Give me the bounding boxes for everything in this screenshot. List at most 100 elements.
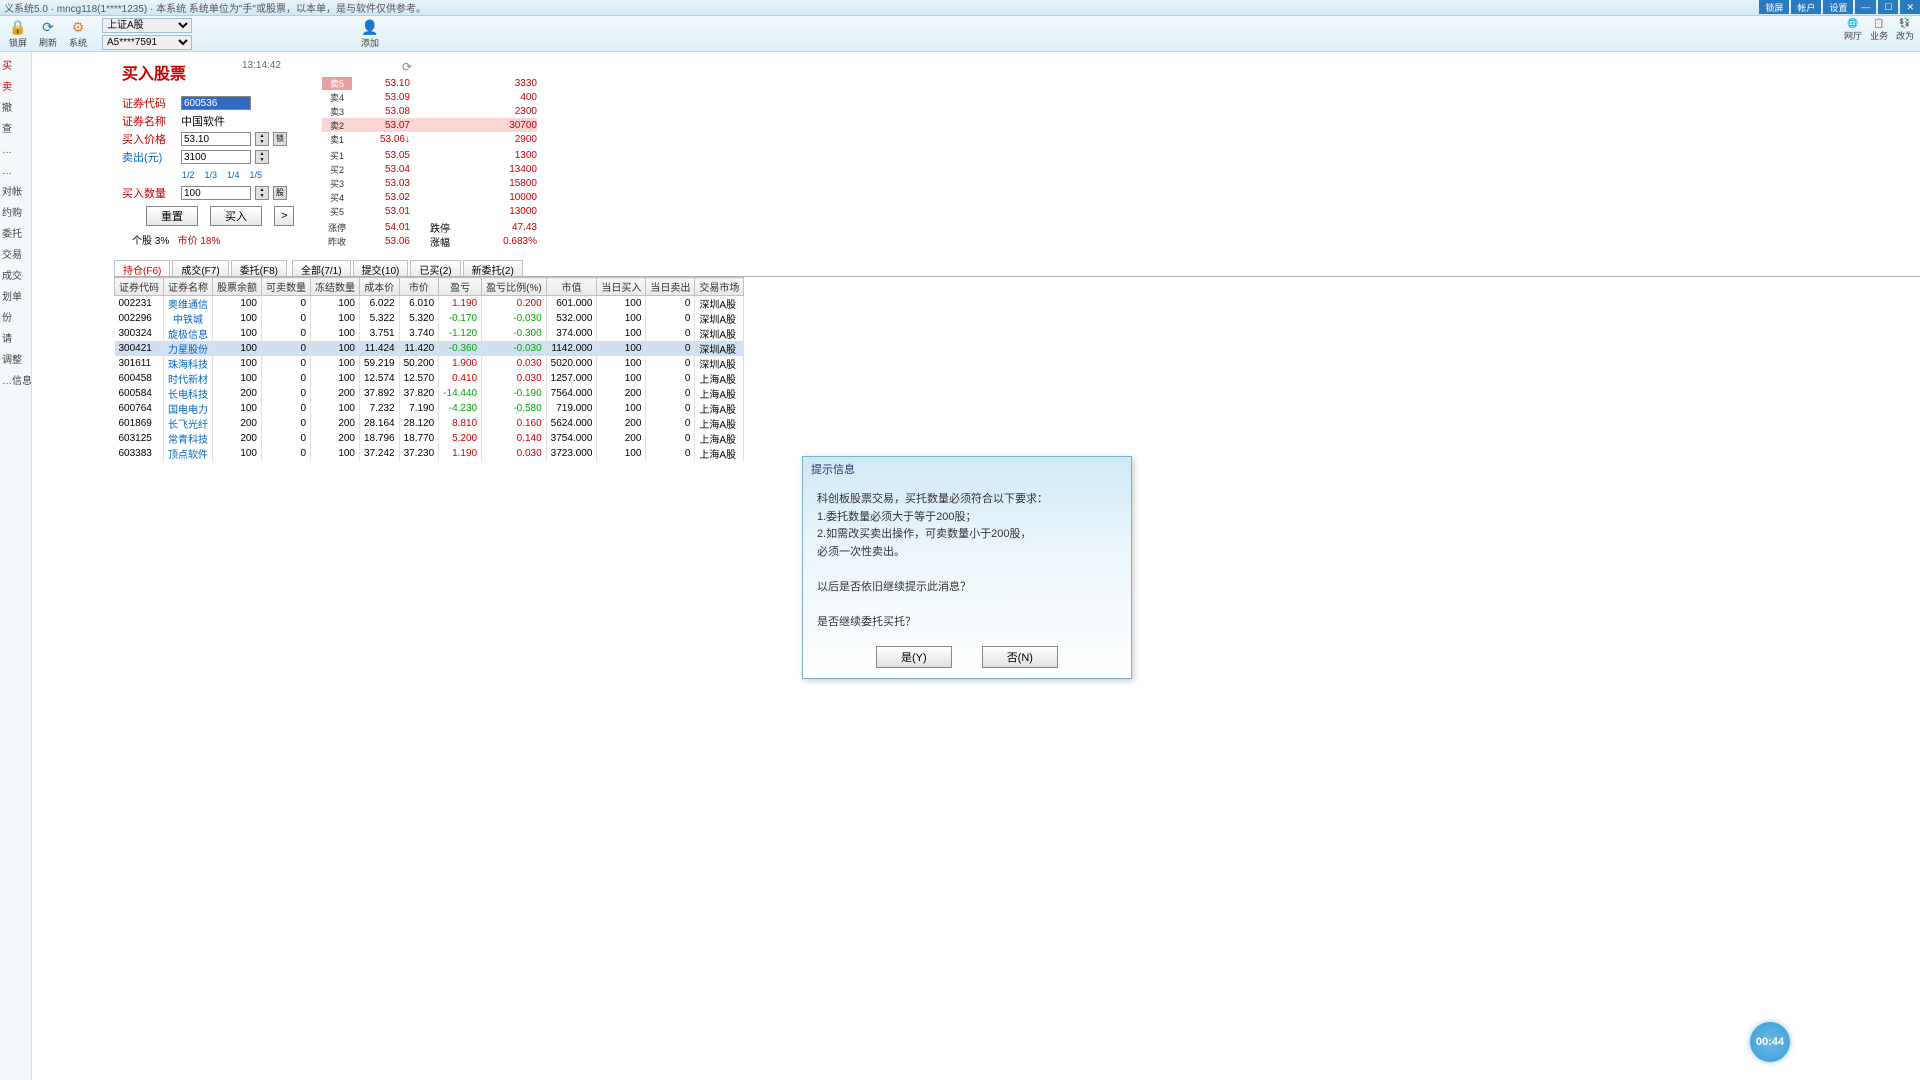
table-row[interactable]: 600458时代新材100010012.57412.5700.4100.0301… [115, 371, 744, 386]
quote-row[interactable]: 涨停54.01跌停47.43 [322, 220, 537, 234]
sidebar-item-0[interactable]: 买 [0, 56, 31, 77]
reset-button[interactable]: 重置 [146, 206, 198, 226]
toolbar-right: 🌐 网厅 📋 业务 💱 改为 [1844, 18, 1914, 42]
table-row[interactable]: 603383顶点软件100010037.24237.2301.1900.0303… [115, 446, 744, 461]
col-header[interactable]: 可卖数量 [262, 278, 311, 296]
title-btn-2[interactable]: 设置 [1823, 0, 1853, 14]
dialog-no-button[interactable]: 否(N) [982, 646, 1058, 668]
sidebar-item-12[interactable]: 份 [0, 308, 31, 329]
refresh-icon: ⟳ [38, 18, 58, 36]
sidebar-item-15[interactable]: …信息 [0, 371, 31, 392]
col-header[interactable]: 当日买入 [597, 278, 646, 296]
frac-12[interactable]: 1/2 [182, 170, 195, 180]
sidebar-item-8[interactable]: 委托 [0, 224, 31, 245]
arrow-button[interactable]: > [274, 206, 294, 226]
market-select[interactable]: 上证A股 [102, 18, 192, 33]
tool-lock[interactable]: 🔒 锁屏 [6, 18, 30, 49]
sidebar-item-13[interactable]: 请 [0, 329, 31, 350]
quote-row[interactable]: 买353.0315800 [322, 176, 537, 190]
qty-spinner[interactable]: ▲▼ [255, 186, 269, 200]
sidebar-item-1[interactable]: 卖 [0, 77, 31, 98]
quote-row[interactable]: 卖453.09400 [322, 90, 537, 104]
table-row[interactable]: 301611珠海科技100010059.21950.2001.9000.0305… [115, 356, 744, 371]
sidebar-item-5[interactable]: … [0, 161, 31, 182]
quote-row[interactable]: 卖353.082300 [322, 104, 537, 118]
account-selects: 上证A股 A5****7591 [102, 18, 192, 50]
sidebar-item-2[interactable]: 撤 [0, 98, 31, 119]
quote-row[interactable]: 买453.0210000 [322, 190, 537, 204]
holdings-table: 证券代码证券名称股票余额可卖数量冻结数量成本价市价盈亏盈亏比例(%)市值当日买入… [114, 277, 744, 461]
col-header[interactable]: 当日卖出 [646, 278, 695, 296]
col-header[interactable]: 市价 [399, 278, 439, 296]
col-header[interactable]: 盈亏 [439, 278, 482, 296]
code-input[interactable] [181, 96, 251, 110]
limit-spinner[interactable]: ▲▼ [255, 150, 269, 164]
title-btn-1[interactable]: 帐户 [1791, 0, 1821, 14]
col-header[interactable]: 证券代码 [115, 278, 164, 296]
close-button[interactable]: ✕ [1900, 0, 1920, 14]
quote-row[interactable]: 买153.051300 [322, 148, 537, 162]
tool-refresh[interactable]: ⟳ 刷新 [36, 18, 60, 49]
quote-row[interactable]: 买253.0413400 [322, 162, 537, 176]
sidebar-item-9[interactable]: 交易 [0, 245, 31, 266]
qty-lock[interactable]: 股 [273, 186, 287, 200]
table-row[interactable]: 603125常青科技200020018.79618.7705.2000.1403… [115, 431, 744, 446]
dialog-yes-button[interactable]: 是(Y) [876, 646, 952, 668]
quote-row[interactable]: 昨收53.06涨幅0.683% [322, 234, 537, 248]
dialog-body: 科创板股票交易，买托数量必须符合以下要求：1.委托数量必须大于等于200股；2.… [803, 481, 1131, 638]
title-btn-0[interactable]: 锁屏 [1759, 0, 1789, 14]
buy-button[interactable]: 买入 [210, 206, 262, 226]
frac-14[interactable]: 1/4 [227, 170, 240, 180]
lock-icon: 🔒 [8, 18, 28, 36]
panel-refresh-icon[interactable]: ⟳ [402, 60, 412, 74]
account-select[interactable]: A5****7591 [102, 35, 192, 50]
limit-label: 卖出(元) [122, 149, 177, 165]
col-header[interactable]: 证券名称 [164, 278, 213, 296]
frac-15[interactable]: 1/5 [250, 170, 263, 180]
tool-system[interactable]: ⚙ 系统 [66, 18, 90, 49]
col-header[interactable]: 股票余额 [213, 278, 262, 296]
table-row[interactable]: 600584长电科技200020037.89237.820-14.440-0.1… [115, 386, 744, 401]
table-row[interactable]: 002231奥维通信10001006.0226.0101.1900.200601… [115, 296, 744, 312]
toolbar: 🔒 锁屏 ⟳ 刷新 ⚙ 系统 上证A股 A5****7591 👤 添加 🌐 网厅… [0, 16, 1920, 52]
quote-row[interactable]: 买553.0113000 [322, 204, 537, 218]
sidebar-item-10[interactable]: 成交 [0, 266, 31, 287]
qty-input[interactable] [181, 186, 251, 200]
holdings-grid: 证券代码证券名称股票余额可卖数量冻结数量成本价市价盈亏盈亏比例(%)市值当日买入… [114, 276, 1920, 461]
table-row[interactable]: 300324旋极信息10001003.7513.740-1.120-0.3003… [115, 326, 744, 341]
add-user-button[interactable]: 👤 添加 [358, 18, 382, 49]
price-spinner[interactable]: ▲▼ [255, 132, 269, 146]
sidebar-item-3[interactable]: 查 [0, 119, 31, 140]
table-row[interactable]: 600764国电电力10001007.2327.190-4.230-0.5807… [115, 401, 744, 416]
quote-row[interactable]: 卖253.0730700 [322, 118, 537, 132]
quote-row[interactable]: 卖553.103330 [322, 76, 537, 90]
tb-right-2[interactable]: 💱 改为 [1896, 18, 1914, 42]
quote-row[interactable]: 卖153.06↓2900 [322, 132, 537, 146]
app-title: 义系统5.0 · mncg118(1****1235) · 本系统 系统单位为"… [4, 0, 426, 15]
sidebar-item-11[interactable]: 划单 [0, 287, 31, 308]
table-row[interactable]: 002296中铁城10001005.3225.320-0.170-0.03053… [115, 311, 744, 326]
minimize-button[interactable]: — [1855, 0, 1876, 14]
tb-right-1[interactable]: 📋 业务 [1870, 18, 1888, 42]
limit-input[interactable] [181, 150, 251, 164]
price-input[interactable] [181, 132, 251, 146]
exchange-icon: 💱 [1899, 18, 1910, 29]
price-lock[interactable]: 锁 [273, 132, 287, 146]
table-row[interactable]: 300421力星股份100010011.42411.420-0.360-0.03… [115, 341, 744, 356]
table-row[interactable]: 601869长飞光纤200020028.16428.1208.8100.1605… [115, 416, 744, 431]
globe-icon: 🌐 [1847, 18, 1858, 29]
gear-icon: ⚙ [68, 18, 88, 36]
sidebar-item-7[interactable]: 约购 [0, 203, 31, 224]
frac-13[interactable]: 1/3 [205, 170, 218, 180]
col-header[interactable]: 成本价 [360, 278, 400, 296]
tb-right-0[interactable]: 🌐 网厅 [1844, 18, 1862, 42]
maximize-button[interactable]: ☐ [1878, 0, 1898, 14]
col-header[interactable]: 盈亏比例(%) [482, 278, 547, 296]
sidebar-item-4[interactable]: … [0, 140, 31, 161]
sidebar-item-14[interactable]: 调整 [0, 350, 31, 371]
col-header[interactable]: 交易市场 [695, 278, 744, 296]
sidebar-item-6[interactable]: 对帐 [0, 182, 31, 203]
col-header[interactable]: 市值 [546, 278, 597, 296]
col-header[interactable]: 冻结数量 [311, 278, 360, 296]
code-label: 证券代码 [122, 95, 177, 111]
